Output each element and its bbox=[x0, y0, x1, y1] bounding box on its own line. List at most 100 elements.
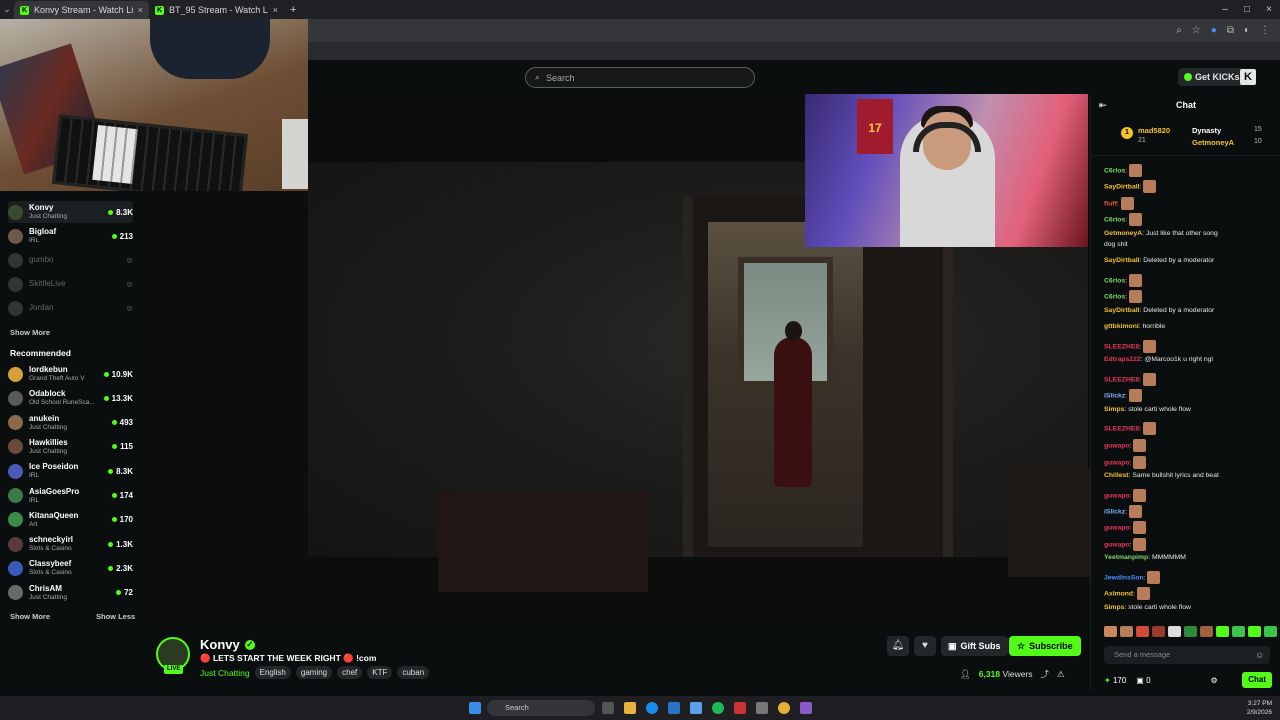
chat-username[interactable]: gttbkimoni bbox=[1104, 323, 1139, 330]
sidebar-item-konvy[interactable]: Konvy Just Chatting 8.3K bbox=[8, 201, 133, 223]
sidebar-item-recommended[interactable]: lordkebun Grand Theft Auto V 10.9K bbox=[8, 363, 133, 385]
chat-username[interactable]: SLEEZHE8 bbox=[1104, 343, 1139, 350]
browser-menu-icon[interactable]: ⋮ bbox=[1260, 25, 1270, 36]
task-view-icon[interactable] bbox=[602, 702, 614, 714]
chat-username[interactable]: C6rlos bbox=[1104, 277, 1125, 284]
profile-icon[interactable]: ◐ bbox=[1244, 25, 1250, 36]
chat-settings-icon[interactable]: ⚙ bbox=[1211, 676, 1218, 685]
emoji-picker-icon[interactable]: ☺ bbox=[1255, 650, 1264, 660]
chat-username[interactable]: Yeetmanpimp bbox=[1104, 554, 1148, 561]
tag[interactable]: cuban bbox=[397, 666, 430, 679]
emote-icon[interactable] bbox=[1232, 626, 1245, 637]
show-less-link[interactable]: Show Less bbox=[96, 612, 135, 621]
browser-tab-konvy[interactable]: K Konvy Stream - Watch Live × bbox=[14, 1, 149, 19]
chat-username[interactable]: Axlmond bbox=[1104, 590, 1133, 597]
tab-search-icon[interactable]: ⌄ bbox=[0, 4, 14, 15]
chat-username[interactable]: Simps bbox=[1104, 406, 1124, 413]
sidebar-item-skittlelive[interactable]: SkittleLive ⊘ bbox=[8, 273, 133, 295]
new-tab-button[interactable]: + bbox=[290, 4, 296, 16]
subs-balance[interactable]: ▣ 0 bbox=[1136, 676, 1150, 685]
chat-username[interactable]: Simps bbox=[1104, 604, 1124, 611]
sidebar-item-recommended[interactable]: Classybeef Slots & Casino 2.3K bbox=[8, 557, 133, 579]
store-icon[interactable] bbox=[668, 702, 680, 714]
emote-icon[interactable] bbox=[1200, 626, 1213, 637]
sidebar-item-gumbo[interactable]: gumbo ⊘ bbox=[8, 249, 133, 271]
tag[interactable]: gaming bbox=[295, 666, 333, 679]
sidebar-item-recommended[interactable]: Odablock Old School RuneSca... 13.3K bbox=[8, 387, 133, 409]
chat-username[interactable]: guwapo bbox=[1104, 442, 1130, 449]
tab-close-icon[interactable]: × bbox=[138, 5, 143, 15]
chat-username[interactable]: SayDirtball bbox=[1104, 183, 1140, 190]
share-icon[interactable]: ⤴ bbox=[1041, 668, 1050, 680]
minimize-button[interactable]: – bbox=[1214, 0, 1236, 19]
extension-icon[interactable]: ● bbox=[1211, 25, 1217, 36]
sidebar-item-jordan[interactable]: Jordan ⊘ bbox=[8, 297, 133, 319]
chat-username[interactable]: JewdinsSon bbox=[1104, 574, 1144, 581]
tag[interactable]: KTF bbox=[367, 666, 393, 679]
kicks-balance[interactable]: ✦ 170 bbox=[1104, 676, 1126, 685]
chat-username[interactable]: guwapo bbox=[1104, 524, 1130, 531]
send-chat-button[interactable]: Chat bbox=[1242, 672, 1272, 688]
emote-icon[interactable] bbox=[1216, 626, 1229, 637]
gifter-name[interactable]: GetmoneyA bbox=[1192, 138, 1234, 147]
taskbar-search[interactable]: Search bbox=[487, 700, 595, 716]
emote-icon[interactable] bbox=[1152, 626, 1165, 637]
gifter-name[interactable]: Dynasty bbox=[1192, 126, 1221, 135]
chat-username[interactable]: iSlickz bbox=[1104, 392, 1125, 399]
sidebar-item-recommended[interactable]: AsiaGoesPro IRL 174 bbox=[8, 485, 133, 507]
close-window-button[interactable]: × bbox=[1258, 0, 1280, 19]
emote-icon[interactable] bbox=[1104, 626, 1117, 637]
notification-bell-button[interactable]: 🔔︎ bbox=[887, 636, 909, 656]
chat-username[interactable]: GetmoneyA bbox=[1104, 230, 1142, 237]
edge-icon[interactable] bbox=[646, 702, 658, 714]
collapse-chat-icon[interactable]: ⇤ bbox=[1099, 100, 1107, 111]
chat-username[interactable]: SayDirtball bbox=[1104, 307, 1140, 314]
chat-username[interactable]: SLEEZHE8 bbox=[1104, 425, 1139, 432]
app-icon[interactable] bbox=[756, 702, 768, 714]
sidebar-item-recommended[interactable]: Ice Poseidon IRL 8.3K bbox=[8, 460, 133, 482]
chat-username[interactable]: iSlickz bbox=[1104, 508, 1125, 515]
category-link[interactable]: Just Chatting bbox=[200, 668, 250, 678]
show-more-link[interactable]: Show More bbox=[10, 612, 50, 621]
show-more-following-link[interactable]: Show More bbox=[10, 328, 50, 337]
maximize-button[interactable]: □ bbox=[1236, 0, 1258, 19]
channel-name[interactable]: Konvy bbox=[200, 637, 240, 652]
gift-subs-button[interactable]: ▣ Gift Subs bbox=[941, 636, 1008, 656]
emote-icon[interactable] bbox=[1248, 626, 1261, 637]
chat-username[interactable]: guwapo bbox=[1104, 459, 1130, 466]
sidebar-item-recommended[interactable]: anukein Just Chatting 493 bbox=[8, 412, 133, 434]
chat-username[interactable]: C6rlos bbox=[1104, 293, 1125, 300]
browser-tab-bt95[interactable]: K BT_95 Stream - Watch Live on × bbox=[149, 1, 284, 19]
chat-message-input[interactable]: Send a message bbox=[1104, 646, 1270, 664]
report-icon[interactable]: ⚠ bbox=[1057, 669, 1065, 680]
chat-username[interactable]: SLEEZHE8 bbox=[1104, 376, 1139, 383]
tag[interactable]: English bbox=[254, 666, 291, 679]
search-input[interactable]: ⌕ Search bbox=[525, 67, 755, 88]
system-tray-clock[interactable]: 3:27 PM 2/9/2026 bbox=[1247, 699, 1272, 717]
app-icon[interactable] bbox=[690, 702, 702, 714]
app-icon[interactable] bbox=[734, 702, 746, 714]
gifter-name[interactable]: mad5820 bbox=[1138, 126, 1170, 135]
chat-username[interactable]: SayDirtball bbox=[1104, 257, 1140, 264]
tab-close-icon[interactable]: × bbox=[273, 5, 278, 15]
chat-username[interactable]: guwapo bbox=[1104, 492, 1130, 499]
emote-icon[interactable] bbox=[1136, 626, 1149, 637]
chat-username[interactable]: Edtraps222 bbox=[1104, 356, 1141, 363]
sidebar-item-recommended[interactable]: KitanaQueen Art 170 bbox=[8, 509, 133, 531]
emote-icon[interactable] bbox=[1184, 626, 1197, 637]
sidebar-item-recommended[interactable]: Hawkillies Just Chatting 115 bbox=[8, 436, 133, 458]
chat-username[interactable]: guwapo bbox=[1104, 541, 1130, 548]
bookmark-star-icon[interactable]: ☆ bbox=[1192, 25, 1201, 36]
windows-start-icon[interactable] bbox=[469, 702, 481, 714]
chat-username[interactable]: C6rlos bbox=[1104, 216, 1125, 223]
spotify-icon[interactable] bbox=[712, 702, 724, 714]
file-explorer-icon[interactable] bbox=[624, 702, 636, 714]
chat-username[interactable]: fluff bbox=[1104, 200, 1117, 207]
chat-username[interactable]: Chillest bbox=[1104, 472, 1129, 479]
follow-heart-button[interactable]: ♥ bbox=[914, 636, 936, 656]
extensions-puzzle-icon[interactable]: ⧉ bbox=[1227, 25, 1234, 36]
sidebar-item-bigloaf[interactable]: Bigloaf IRL 213 bbox=[8, 225, 133, 247]
chat-username[interactable]: C6rlos bbox=[1104, 167, 1125, 174]
chrome-icon[interactable] bbox=[778, 702, 790, 714]
sidebar-item-recommended[interactable]: schneckyirl Slots & Casino 1.3K bbox=[8, 533, 133, 555]
